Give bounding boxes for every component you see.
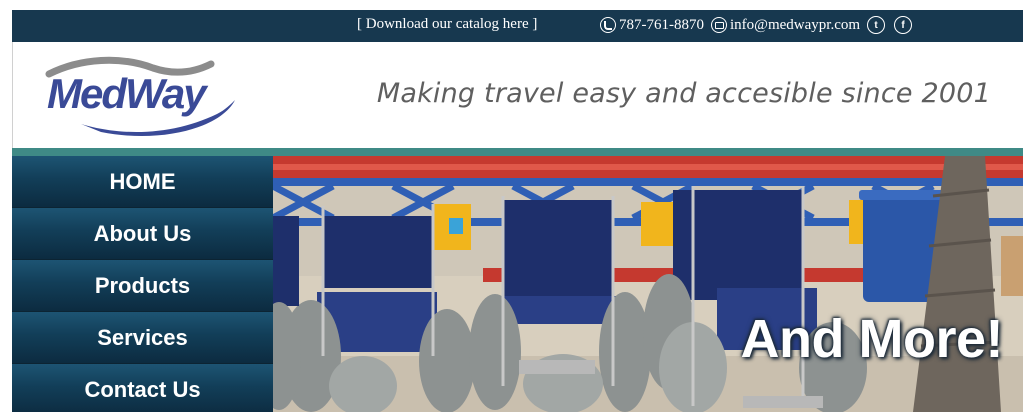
tagline: Making travel easy and accesible since 2… [376,78,991,109]
main-nav: HOME About Us Products Services Contact … [12,156,273,412]
email-link[interactable]: info@medwaypr.com [711,17,860,34]
nav-item-services[interactable]: Services [12,312,273,364]
medway-logo[interactable]: MedWay [41,52,241,142]
nav-item-products[interactable]: Products [12,260,273,312]
hero-image [273,156,1023,412]
header-divider [12,148,1023,156]
logo-text: MedWay [47,70,207,117]
phone-number: 787-761-8870 [619,16,704,33]
phone-link[interactable]: 787-761-8870 [600,17,704,34]
facebook-icon[interactable]: f [894,16,913,34]
catalog-download-link[interactable]: [ Download our catalog here ] [357,16,537,33]
email-address: info@medwaypr.com [730,16,861,33]
mail-icon [711,17,727,33]
hero-banner: And More! [273,156,1023,412]
site-header: MedWay Making travel easy and accesible … [12,42,1023,148]
twitter-icon[interactable]: t [867,16,886,34]
top-bar: [ Download our catalog here ] 787-761-88… [12,10,1023,42]
nav-item-home[interactable]: HOME [12,156,273,208]
contact-info: 787-761-8870 info@medwaypr.com t f [600,16,921,34]
nav-item-about-us[interactable]: About Us [12,208,273,260]
phone-icon [600,17,616,33]
hero-caption: And More! [740,309,1004,369]
nav-item-contact-us[interactable]: Contact Us [12,364,273,412]
